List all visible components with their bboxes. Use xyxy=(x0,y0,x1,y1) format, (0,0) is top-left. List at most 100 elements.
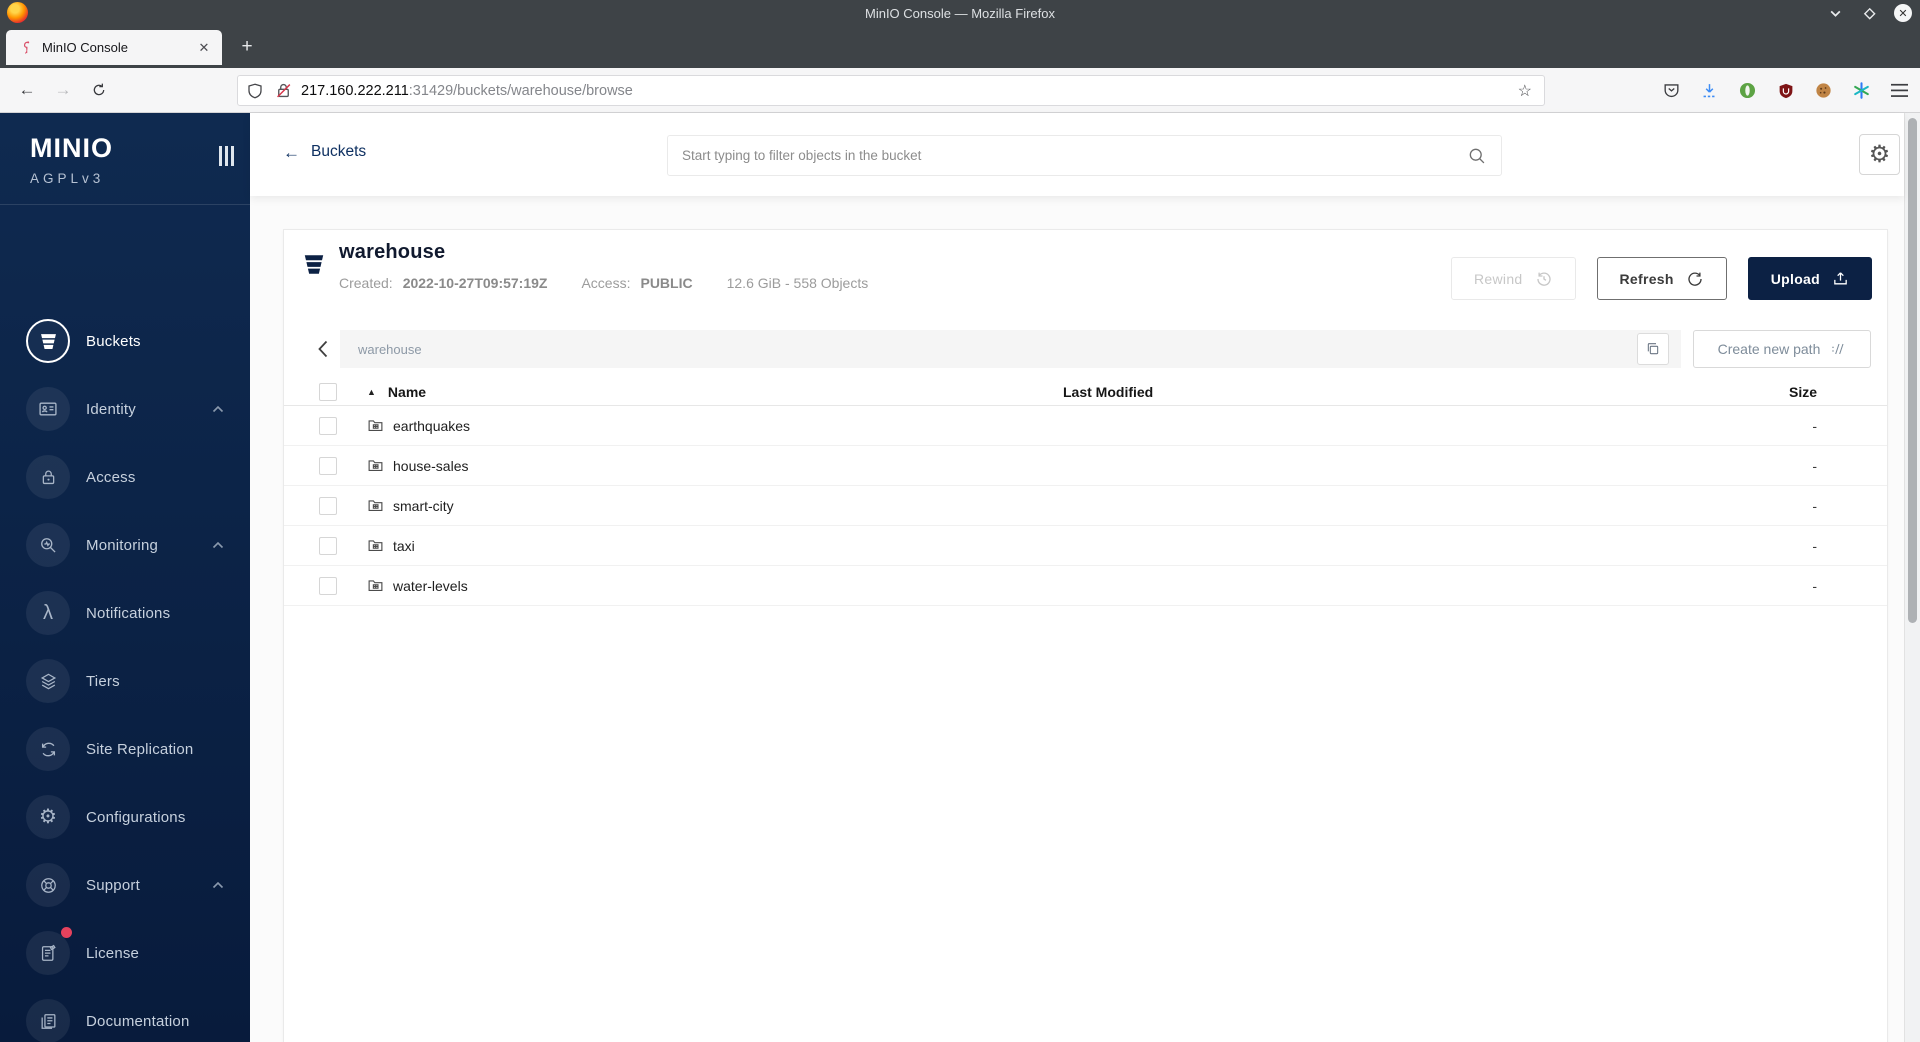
sidebar-item-buckets[interactable]: Buckets xyxy=(0,307,250,375)
folder-icon xyxy=(368,460,383,472)
bucket-actions: Rewind Refresh Upload xyxy=(1451,257,1872,300)
path-back-button[interactable] xyxy=(306,330,340,368)
window-minimize-button[interactable] xyxy=(1826,4,1844,22)
sidebar-collapse-button[interactable] xyxy=(219,146,234,166)
gear-icon: ⚙ xyxy=(39,806,57,828)
refresh-button[interactable]: Refresh xyxy=(1596,257,1727,300)
tab-minio-console[interactable]: MinIO Console ✕ xyxy=(6,30,222,65)
sidebar-item-notifications[interactable]: λ Notifications xyxy=(0,579,250,647)
sidebar-item-site-replication[interactable]: Site Replication xyxy=(0,715,250,783)
sidebar-item-label: Tiers xyxy=(86,672,120,690)
name-header-label: Name xyxy=(387,384,427,400)
lambda-icon: λ xyxy=(43,602,53,624)
sidebar-item-configurations[interactable]: ⚙ Configurations xyxy=(0,783,250,851)
chevron-up-icon xyxy=(212,405,224,413)
copy-path-button[interactable] xyxy=(1637,333,1669,365)
cookie-extension-button[interactable] xyxy=(1813,80,1834,101)
table-row-water-levels[interactable]: water-levels - xyxy=(284,566,1887,606)
window-title: MinIO Console — Mozilla Firefox xyxy=(865,5,1055,21)
access-label: Access: xyxy=(581,275,631,291)
tab-close-button[interactable]: ✕ xyxy=(194,38,214,58)
table-row-smart-city[interactable]: smart-city - xyxy=(284,486,1887,526)
row-checkbox[interactable] xyxy=(319,576,337,595)
pocket-button[interactable] xyxy=(1661,80,1682,101)
access-value: PUBLIC xyxy=(640,275,693,291)
back-button[interactable]: ← xyxy=(12,75,42,105)
url-bar[interactable]: 217.160.222.211:31429/buckets/warehouse/… xyxy=(237,75,1545,106)
new-path-icon xyxy=(1832,343,1844,355)
folder-icon xyxy=(368,580,383,592)
row-checkbox[interactable] xyxy=(319,416,337,435)
upload-button[interactable]: Upload xyxy=(1747,257,1872,300)
row-checkbox[interactable] xyxy=(319,496,337,515)
upload-icon xyxy=(1834,272,1847,285)
back-arrow-icon: ← xyxy=(283,142,300,162)
usage-summary: 12.6 GiB - 558 Objects xyxy=(726,275,869,291)
window-maximize-button[interactable] xyxy=(1860,4,1878,22)
select-all-checkbox[interactable] xyxy=(319,383,337,401)
sidebar-item-label: Notifications xyxy=(86,604,171,622)
object-filter-input[interactable] xyxy=(682,148,1467,163)
rewind-button[interactable]: Rewind xyxy=(1451,257,1576,300)
downloads-button[interactable] xyxy=(1699,80,1720,101)
identity-card-icon xyxy=(39,402,57,416)
close-icon: ✕ xyxy=(1894,4,1912,22)
forward-button[interactable]: → xyxy=(48,75,78,105)
bookmark-star-button[interactable]: ☆ xyxy=(1514,81,1536,101)
search-icon xyxy=(1469,148,1485,163)
sidebar-item-tiers[interactable]: Tiers xyxy=(0,647,250,715)
sidebar-item-license[interactable]: License xyxy=(0,919,250,987)
sidebar-item-identity[interactable]: Identity xyxy=(0,375,250,443)
table-row-taxi[interactable]: taxi - xyxy=(284,526,1887,566)
ublock-origin-button[interactable] xyxy=(1775,80,1796,101)
replication-sync-icon xyxy=(41,742,55,756)
folder-icon xyxy=(368,420,383,432)
rewind-clock-icon xyxy=(1536,271,1551,286)
privacy-badger-button[interactable] xyxy=(1737,80,1758,101)
asterisk-extension-button[interactable] xyxy=(1851,80,1872,101)
sidebar-item-support[interactable]: Support xyxy=(0,851,250,919)
buckets-breadcrumb-link[interactable]: ← Buckets xyxy=(283,143,366,161)
rewind-label: Rewind xyxy=(1474,270,1523,287)
lock-icon xyxy=(42,470,54,484)
folder-icon xyxy=(368,540,383,552)
table-row-earthquakes[interactable]: earthquakes - xyxy=(284,406,1887,446)
create-new-path-button[interactable]: Create new path xyxy=(1693,330,1871,368)
created-value: 2022-10-27T09:57:19Z xyxy=(402,275,548,291)
object-size: - xyxy=(1812,497,1817,514)
object-name: smart-city xyxy=(393,497,454,514)
window-close-button[interactable]: ✕ xyxy=(1894,4,1912,22)
sidebar-item-access[interactable]: Access xyxy=(0,443,250,511)
upload-label: Upload xyxy=(1770,270,1820,287)
sidebar-item-documentation[interactable]: Documentation xyxy=(0,987,250,1042)
row-checkbox[interactable] xyxy=(319,456,337,475)
object-list: earthquakes - house-sales - smart-city -… xyxy=(284,406,1887,606)
current-path-text: warehouse xyxy=(358,341,422,357)
sidebar-item-label: Identity xyxy=(86,400,136,418)
menu-button[interactable] xyxy=(1889,80,1910,101)
new-tab-button[interactable]: + xyxy=(232,32,262,62)
name-column-header[interactable]: ▲ Name xyxy=(367,384,1063,400)
object-size: - xyxy=(1812,577,1817,594)
object-name: earthquakes xyxy=(393,417,471,434)
bucket-name-title: warehouse xyxy=(339,241,446,263)
refresh-icon xyxy=(1688,271,1702,286)
row-checkbox[interactable] xyxy=(319,536,337,555)
window-titlebar: MinIO Console — Mozilla Firefox ✕ xyxy=(0,0,1920,26)
reload-button[interactable] xyxy=(84,75,114,105)
download-icon xyxy=(1703,84,1716,98)
object-filter-field xyxy=(667,135,1502,176)
object-name: house-sales xyxy=(393,457,469,474)
chevron-left-icon xyxy=(318,340,328,358)
sidebar-item-monitoring[interactable]: Monitoring xyxy=(0,511,250,579)
table-row-house-sales[interactable]: house-sales - xyxy=(284,446,1887,486)
tab-bar: MinIO Console ✕ + xyxy=(0,26,1920,68)
object-name: taxi xyxy=(393,537,415,554)
shield-icon xyxy=(248,83,262,98)
sort-asc-icon: ▲ xyxy=(367,387,376,397)
bucket-settings-button[interactable]: ⚙ xyxy=(1859,134,1900,175)
sidebar-item-label: Buckets xyxy=(86,332,141,350)
sidebar-menu: Buckets Identity Access Monitoring λ Not… xyxy=(0,307,250,1042)
ublock-shield-icon xyxy=(1779,83,1792,98)
scrollbar-thumb[interactable] xyxy=(1908,118,1917,623)
